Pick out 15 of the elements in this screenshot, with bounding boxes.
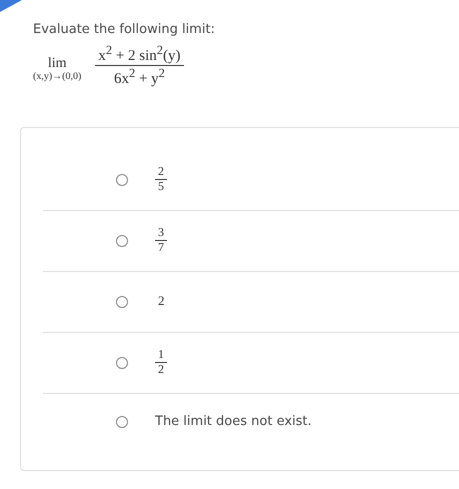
answer-fraction: 3 7 (155, 226, 167, 255)
radio-button[interactable] (116, 296, 128, 308)
radio-button[interactable] (116, 416, 128, 428)
radio-button[interactable] (116, 174, 128, 186)
limit-operator: lim (48, 57, 66, 72)
limit-fraction: x$^{2}$ + 2 sin$^{2}$(y) 6x$^{2}$ + y$^{2}$ (95, 43, 184, 88)
radio-button[interactable] (116, 234, 128, 246)
limit-subscript: (x,y)→(0,0) (33, 71, 82, 82)
question-text: Evaluate the following limit: (33, 22, 215, 37)
answer-text: The limit does not exist. (155, 414, 312, 429)
answer-fraction: 1 2 (155, 348, 167, 377)
radio-button[interactable] (116, 356, 128, 368)
corner-mark-icon (0, 0, 22, 12)
answer-fraction: 2 5 (155, 165, 167, 194)
answer-number: 2 (157, 294, 166, 309)
